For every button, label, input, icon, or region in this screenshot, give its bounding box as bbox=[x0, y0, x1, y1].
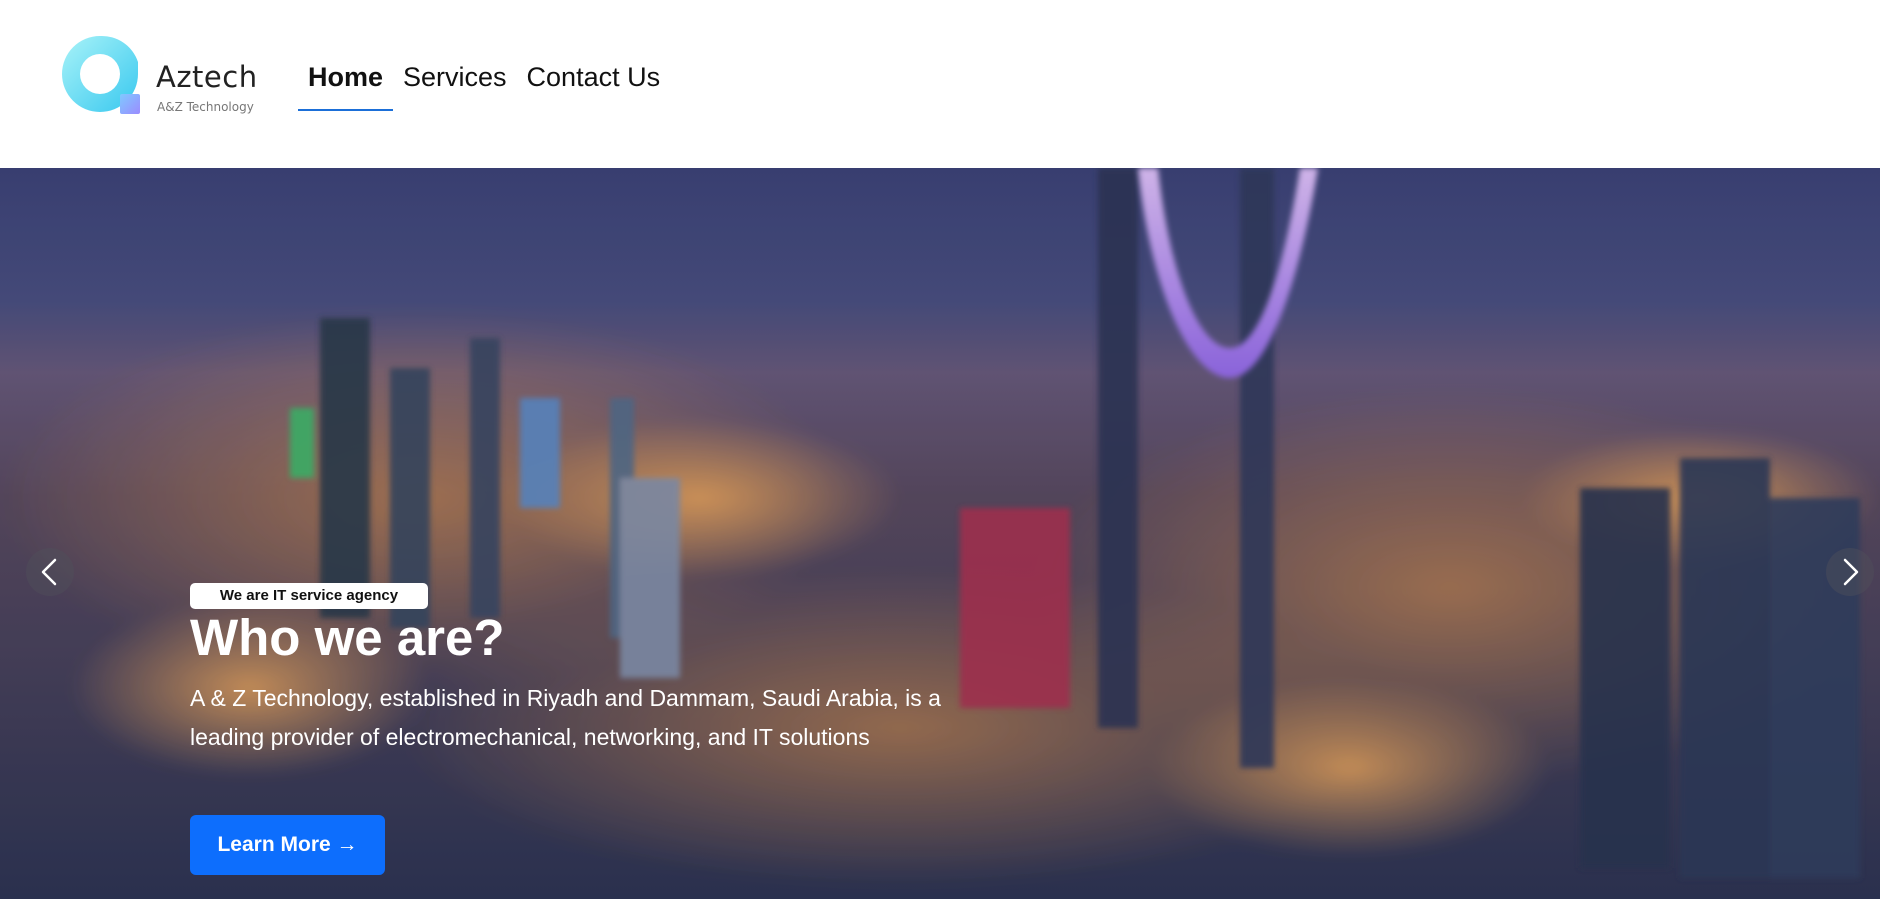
nav-item-home[interactable]: Home bbox=[298, 58, 394, 111]
brand-tagline: A&Z Technology bbox=[157, 100, 254, 114]
chevron-right-icon bbox=[1843, 558, 1859, 586]
carousel-next-button[interactable] bbox=[1826, 548, 1874, 596]
hero-description: A & Z Technology, established in Riyadh … bbox=[190, 685, 941, 750]
chevron-left-icon bbox=[41, 558, 57, 586]
brand-logo[interactable]: Aztech A&Z Technology bbox=[58, 32, 268, 118]
hero-title: Who we are? bbox=[190, 609, 505, 666]
nav-item-contact-us[interactable]: Contact Us bbox=[517, 58, 671, 111]
site-header: Aztech A&Z Technology Home Services Cont… bbox=[0, 0, 1880, 168]
learn-more-button[interactable]: Learn More → bbox=[190, 815, 385, 875]
nav-item-services[interactable]: Services bbox=[393, 58, 517, 111]
brand-name: Aztech bbox=[156, 60, 258, 94]
carousel-prev-button[interactable] bbox=[26, 548, 74, 596]
hero-badge: We are IT service agency bbox=[190, 583, 428, 609]
hero-background-image bbox=[0, 168, 1880, 899]
hero-carousel: We are IT service agency Who we are? A &… bbox=[0, 168, 1880, 899]
logo-icon bbox=[62, 35, 140, 114]
main-nav: Home Services Contact Us bbox=[298, 58, 670, 111]
